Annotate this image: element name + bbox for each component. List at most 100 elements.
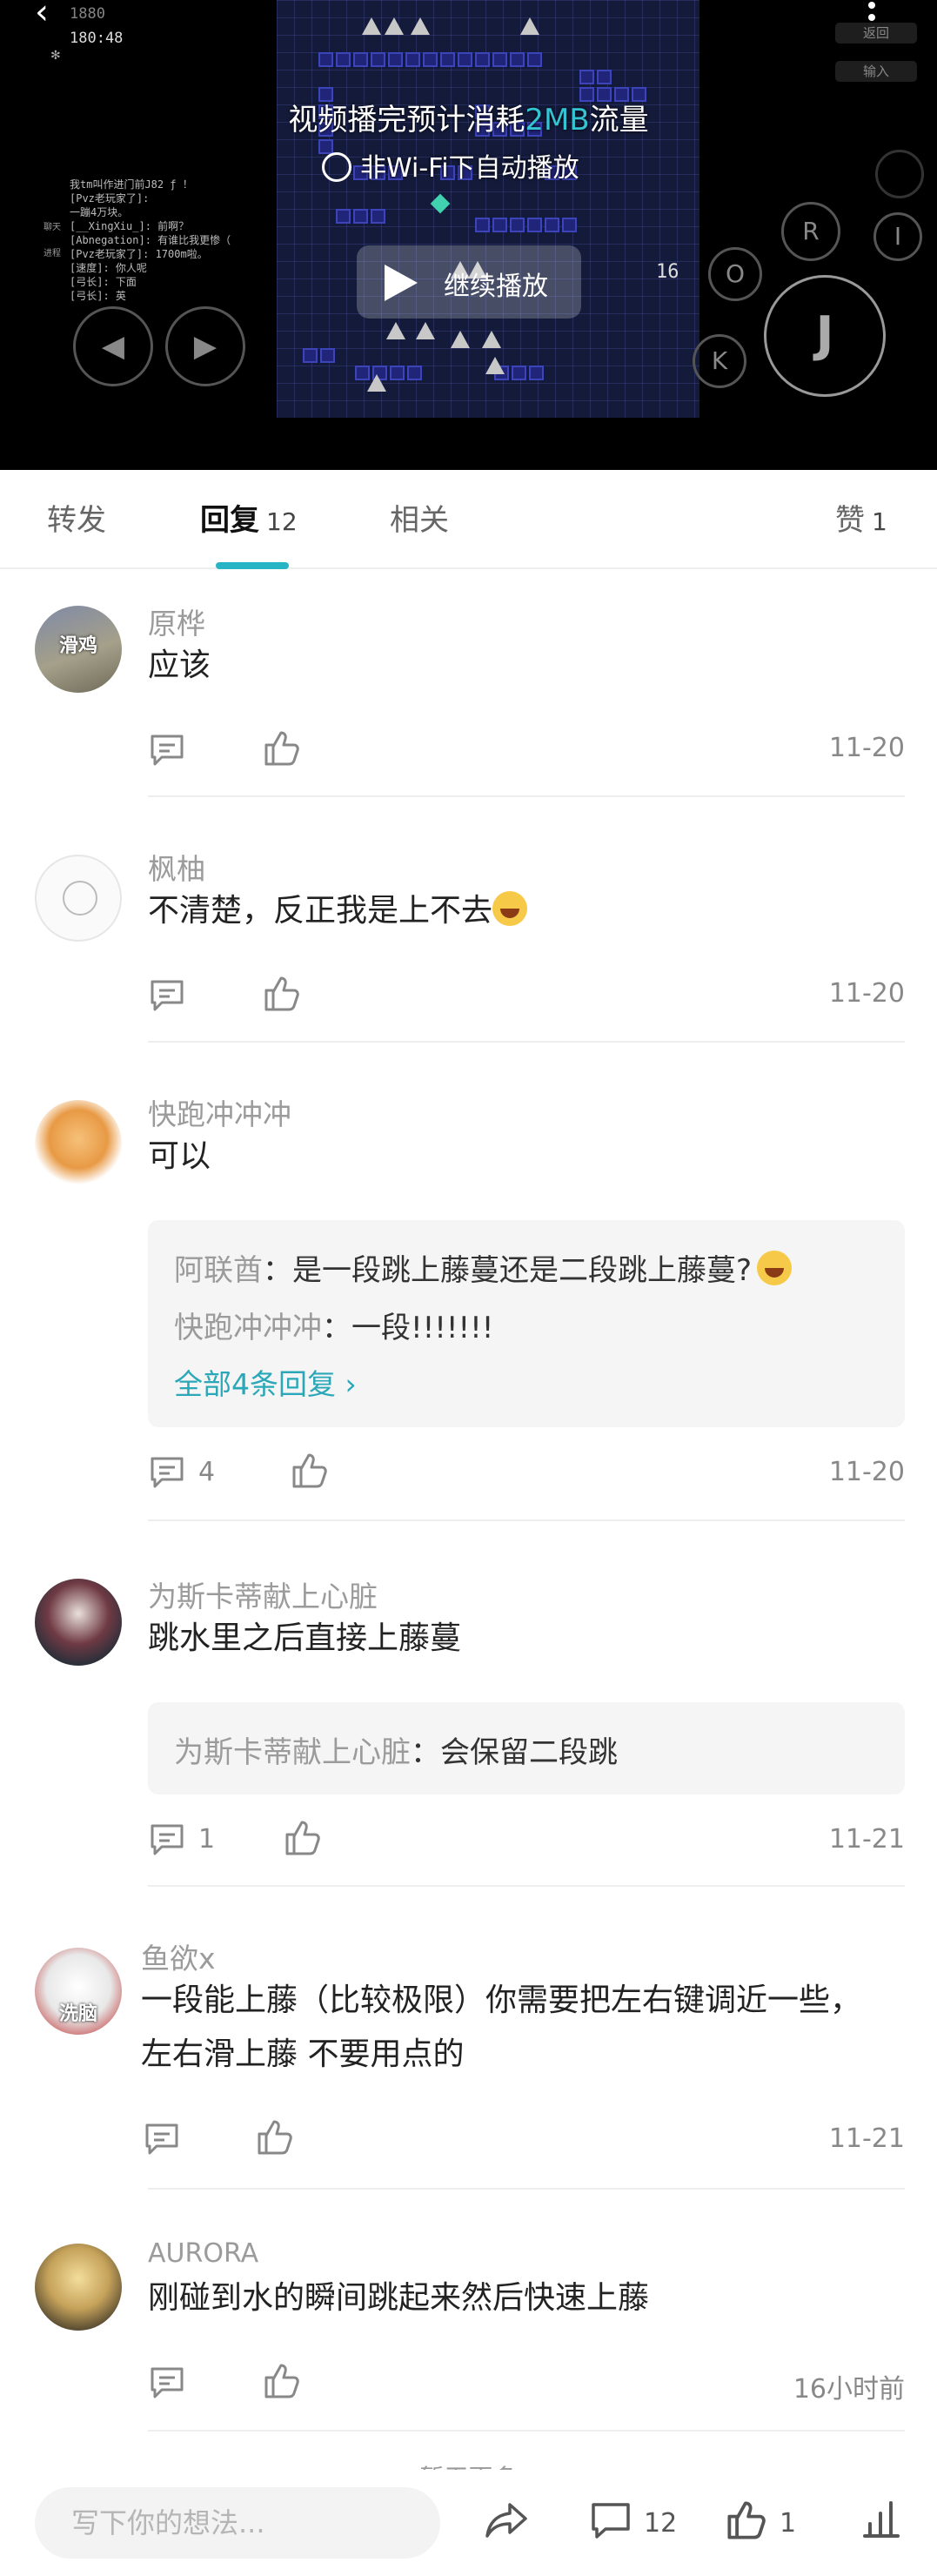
game-tile bbox=[510, 52, 525, 67]
game-button-i: I bbox=[873, 212, 922, 261]
comment-username[interactable]: 鱼欲x bbox=[141, 1935, 216, 1977]
avatar[interactable] bbox=[35, 1579, 122, 1666]
game-button-k: K bbox=[693, 334, 746, 388]
tab-bar: 转发 回复 12 相关 赞1 bbox=[0, 470, 937, 569]
game-spike bbox=[367, 374, 386, 392]
reply-icon[interactable] bbox=[148, 1453, 186, 1492]
like-icon[interactable] bbox=[256, 2118, 294, 2157]
tab-forward[interactable]: 转发 bbox=[47, 496, 106, 539]
like-count: 1 bbox=[780, 2508, 797, 2539]
game-tile bbox=[512, 366, 526, 380]
reply-icon[interactable] bbox=[148, 976, 186, 1015]
avatar[interactable]: 洗脑 bbox=[35, 1948, 122, 2035]
tab-indicator bbox=[216, 562, 289, 569]
game-button-j: J bbox=[764, 275, 886, 397]
comment-item: 滑鸡 原桦 应该 11-20 bbox=[0, 571, 937, 797]
like-icon[interactable] bbox=[263, 975, 301, 1013]
comment-text: 不清楚，反正我是上不去 bbox=[148, 893, 493, 929]
game-spike bbox=[482, 331, 501, 348]
game-tile bbox=[458, 52, 472, 67]
comment-username[interactable]: 快跑冲冲冲 bbox=[148, 1091, 291, 1133]
divider bbox=[148, 1041, 905, 1043]
game-tile bbox=[353, 209, 368, 224]
tab-related[interactable]: 相关 bbox=[390, 496, 449, 539]
settings-icon: ✻ bbox=[50, 49, 61, 63]
share-icon[interactable] bbox=[484, 2499, 529, 2541]
comment-input-placeholder: 写下你的想法... bbox=[71, 2506, 265, 2539]
divider bbox=[148, 1885, 905, 1887]
game-tile bbox=[579, 70, 594, 84]
reply-username[interactable]: 为斯卡蒂献上心脏 bbox=[174, 1735, 411, 1770]
game-tile bbox=[405, 52, 420, 67]
like-icon[interactable] bbox=[263, 729, 301, 768]
game-button-small bbox=[875, 150, 924, 198]
comment-item: 枫柚 不清楚，反正我是上不去 11-20 bbox=[0, 815, 937, 1043]
reply-icon[interactable] bbox=[148, 1821, 186, 1859]
radio-icon[interactable] bbox=[322, 152, 351, 182]
like-icon[interactable] bbox=[291, 1452, 329, 1490]
back-icon[interactable]: ‹ bbox=[35, 0, 66, 31]
reply-icon[interactable] bbox=[143, 2120, 181, 2158]
view-all-replies-link[interactable]: 全部4条回复 › bbox=[174, 1361, 357, 1403]
continue-play-label: 继续播放 bbox=[444, 272, 548, 302]
comment-item: 为斯卡蒂献上心脏 跳水里之后直接上藤蔓 为斯卡蒂献上心脏：会保留二段跳 1 11… bbox=[0, 1539, 937, 1887]
avatar[interactable] bbox=[35, 1100, 122, 1187]
comment-icon[interactable] bbox=[590, 2499, 632, 2541]
tab-label: 赞 bbox=[835, 503, 865, 538]
game-tile bbox=[440, 52, 455, 67]
game-number: 16 bbox=[656, 261, 679, 283]
video-player[interactable]: 16 ‹ 1880 180:48 ✻ 返回 输入 我tm叫作进门前J82 ƒ ！… bbox=[0, 0, 937, 470]
comment-username[interactable]: 为斯卡蒂献上心脏 bbox=[148, 1573, 378, 1615]
game-tile bbox=[371, 52, 385, 67]
reply-preview-box[interactable]: 为斯卡蒂献上心脏：会保留二段跳 bbox=[148, 1702, 905, 1794]
continue-play-button[interactable]: 继续播放 bbox=[357, 245, 581, 319]
game-tile bbox=[336, 52, 351, 67]
reply-icon[interactable] bbox=[148, 731, 186, 769]
comment-username[interactable]: 枫柚 bbox=[148, 846, 205, 888]
right-arrow-icon: ▶ bbox=[165, 306, 245, 386]
divider bbox=[148, 795, 905, 797]
game-chat-log: 我tm叫作进门前J82 ƒ ！ [Pvz老玩家了]: 一蹦4万块。 [__Xin… bbox=[70, 178, 231, 303]
comment-username[interactable]: 原桦 bbox=[148, 600, 205, 642]
game-tile bbox=[492, 52, 507, 67]
game-input-button: 输入 bbox=[835, 61, 917, 82]
tab-replies[interactable]: 回复 12 bbox=[200, 496, 298, 539]
comment-text: 一段能上藤（比较极限）你需要把左右键调近一些， bbox=[141, 1982, 862, 2018]
comment-date: 11-20 bbox=[828, 1457, 905, 1487]
like-icon[interactable] bbox=[726, 2499, 767, 2541]
avatar[interactable]: 滑鸡 bbox=[35, 606, 122, 693]
autoplay-toggle[interactable]: 非Wi-Fi下自动播放 bbox=[322, 146, 579, 184]
like-icon[interactable] bbox=[284, 1819, 322, 1857]
stats-icon[interactable] bbox=[861, 2499, 901, 2539]
tab-label: 相关 bbox=[390, 503, 449, 538]
bottom-action-bar: 写下你的想法... 12 1 bbox=[0, 2470, 937, 2576]
comment-count: 12 bbox=[644, 2508, 678, 2539]
laughing-emoji-icon bbox=[757, 1251, 793, 1285]
reply-icon[interactable] bbox=[148, 2364, 186, 2402]
tab-likes[interactable]: 赞1 bbox=[835, 496, 887, 539]
like-icon[interactable] bbox=[263, 2362, 301, 2400]
log-line: [速度]: 你人呢 bbox=[70, 262, 147, 274]
log-line: [__XingXiu_]: 前啊？ bbox=[70, 220, 190, 232]
game-tile bbox=[510, 218, 525, 232]
avatar[interactable] bbox=[35, 2244, 122, 2331]
game-tile bbox=[303, 348, 318, 363]
avatar[interactable] bbox=[35, 855, 122, 942]
reply-preview-box[interactable]: 阿联酋：是一段跳上藤蔓还是二段跳上藤蔓? 快跑冲冲冲：一段!!!!!!! 全部4… bbox=[148, 1220, 905, 1427]
chevron-right-icon: › bbox=[336, 1367, 357, 1401]
game-spike bbox=[385, 17, 404, 35]
game-tile bbox=[318, 52, 333, 67]
game-spike bbox=[485, 357, 505, 374]
game-tile bbox=[320, 348, 335, 363]
overlay-top-num: 1880 bbox=[70, 5, 105, 23]
reply-username[interactable]: 快跑冲冲冲 bbox=[174, 1311, 322, 1345]
log-line: [Abnegation]: 有谁比我更惨（ bbox=[70, 234, 231, 246]
log-line: [Pvz老玩家了]: 1700m啦。 bbox=[70, 248, 208, 260]
comment-input[interactable]: 写下你的想法... bbox=[35, 2487, 440, 2559]
comment-username[interactable]: AURORA bbox=[148, 2238, 258, 2269]
comment-text: 可以 bbox=[148, 1138, 211, 1174]
view-all-replies-label: 全部4条回复 bbox=[174, 1367, 336, 1401]
data-usage-notice: 视频播完预计消耗2MB流量 bbox=[0, 96, 937, 138]
reply-count: 1 bbox=[198, 1824, 216, 1855]
reply-username[interactable]: 阿联酋 bbox=[174, 1253, 263, 1288]
